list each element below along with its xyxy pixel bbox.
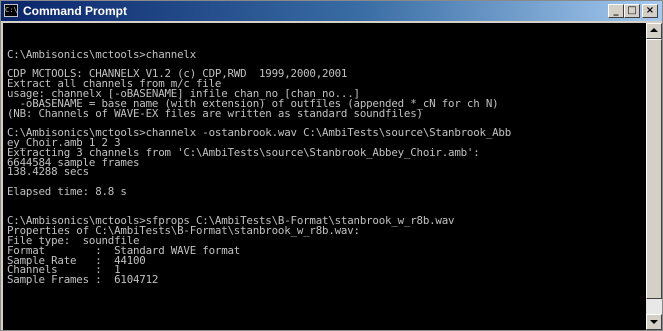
window-title: Command Prompt [23, 4, 128, 18]
scrollbar-thumb[interactable] [646, 39, 662, 299]
minimize-button[interactable]: _ [608, 4, 624, 18]
scroll-down-button[interactable] [646, 314, 662, 330]
scroll-up-button[interactable] [646, 23, 662, 39]
console-line: C:\Ambisonics\mctools>channelx [7, 47, 197, 61]
command-prompt-window: C:\ Command Prompt _ □ × C:\Ambisonics\m… [0, 0, 663, 331]
close-button[interactable]: × [642, 4, 658, 18]
console-line: (NB: Channels of WAVE-EX files are writt… [7, 106, 423, 120]
console-line: Elapsed time: 8.8 s [7, 184, 127, 198]
console-icon[interactable]: C:\ [4, 4, 18, 17]
vertical-scrollbar[interactable] [646, 23, 662, 330]
maximize-button[interactable]: □ [624, 4, 640, 18]
arrow-up-icon [650, 28, 658, 32]
console-line: 138.4288 secs [7, 165, 89, 179]
arrow-down-icon [650, 320, 658, 324]
title-bar[interactable]: C:\ Command Prompt _ □ × [1, 1, 662, 21]
console-lines: C:\Ambisonics\mctools>channelx CDP MCTOOL… [7, 40, 511, 285]
console-output[interactable]: C:\Ambisonics\mctools>channelx CDP MCTOOL… [3, 23, 646, 330]
console-line: Sample Frames : 6104712 [7, 273, 159, 287]
